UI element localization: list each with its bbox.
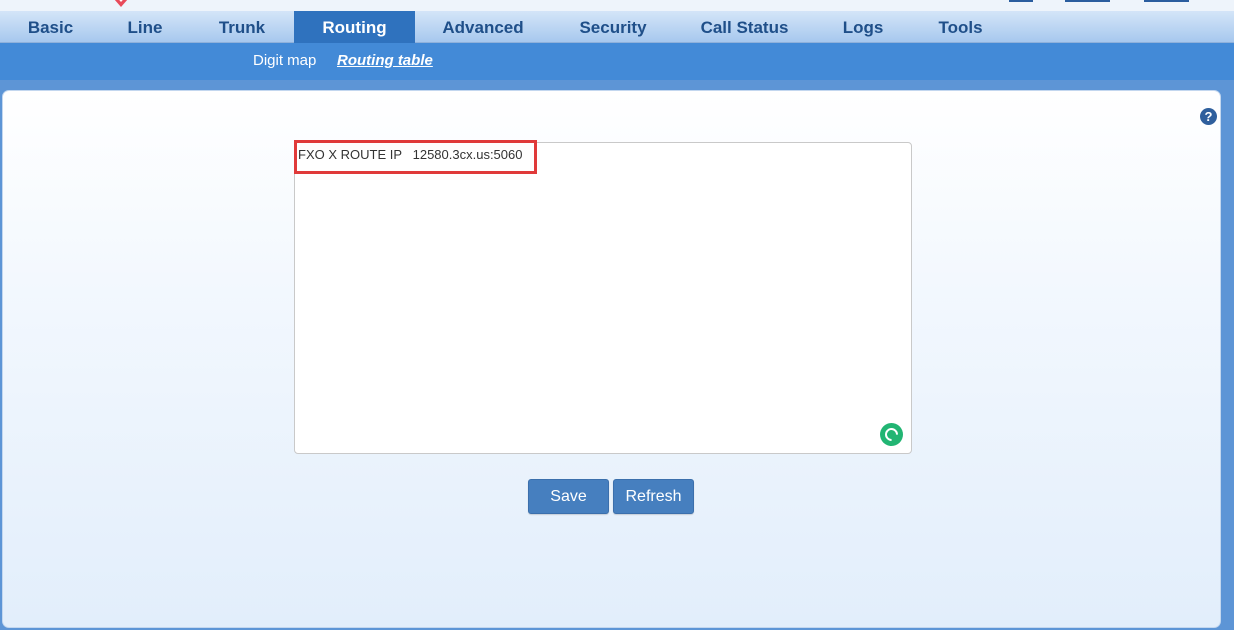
warning-logo-icon xyxy=(107,0,135,7)
subtab-routing-table[interactable]: Routing table xyxy=(337,52,433,69)
tab-call-status[interactable]: Call Status xyxy=(693,11,796,43)
tab-security[interactable]: Security xyxy=(566,11,660,43)
tab-line[interactable]: Line xyxy=(109,11,181,43)
tab-routing[interactable]: Routing xyxy=(294,11,415,43)
grammar-check-icon[interactable] xyxy=(880,423,903,446)
top-link-underline-3[interactable] xyxy=(1144,0,1189,2)
save-button[interactable]: Save xyxy=(528,479,609,514)
top-link-underline-1[interactable] xyxy=(1009,0,1033,2)
sub-navigation: Digit map Routing table xyxy=(0,43,1234,80)
help-icon[interactable]: ? xyxy=(1200,108,1217,125)
tab-trunk[interactable]: Trunk xyxy=(205,11,279,43)
subtab-digit-map[interactable]: Digit map xyxy=(253,52,316,69)
top-link-underline-2[interactable] xyxy=(1065,0,1110,2)
refresh-button[interactable]: Refresh xyxy=(613,479,694,514)
main-navigation: Basic Line Trunk Routing Advanced Securi… xyxy=(0,11,1234,43)
tab-logs[interactable]: Logs xyxy=(833,11,893,43)
tab-advanced[interactable]: Advanced xyxy=(432,11,534,43)
tab-basic[interactable]: Basic xyxy=(14,11,87,43)
tab-tools[interactable]: Tools xyxy=(929,11,992,43)
routing-table-textarea[interactable]: FXO X ROUTE IP 12580.3cx.us:5060 xyxy=(294,142,912,454)
